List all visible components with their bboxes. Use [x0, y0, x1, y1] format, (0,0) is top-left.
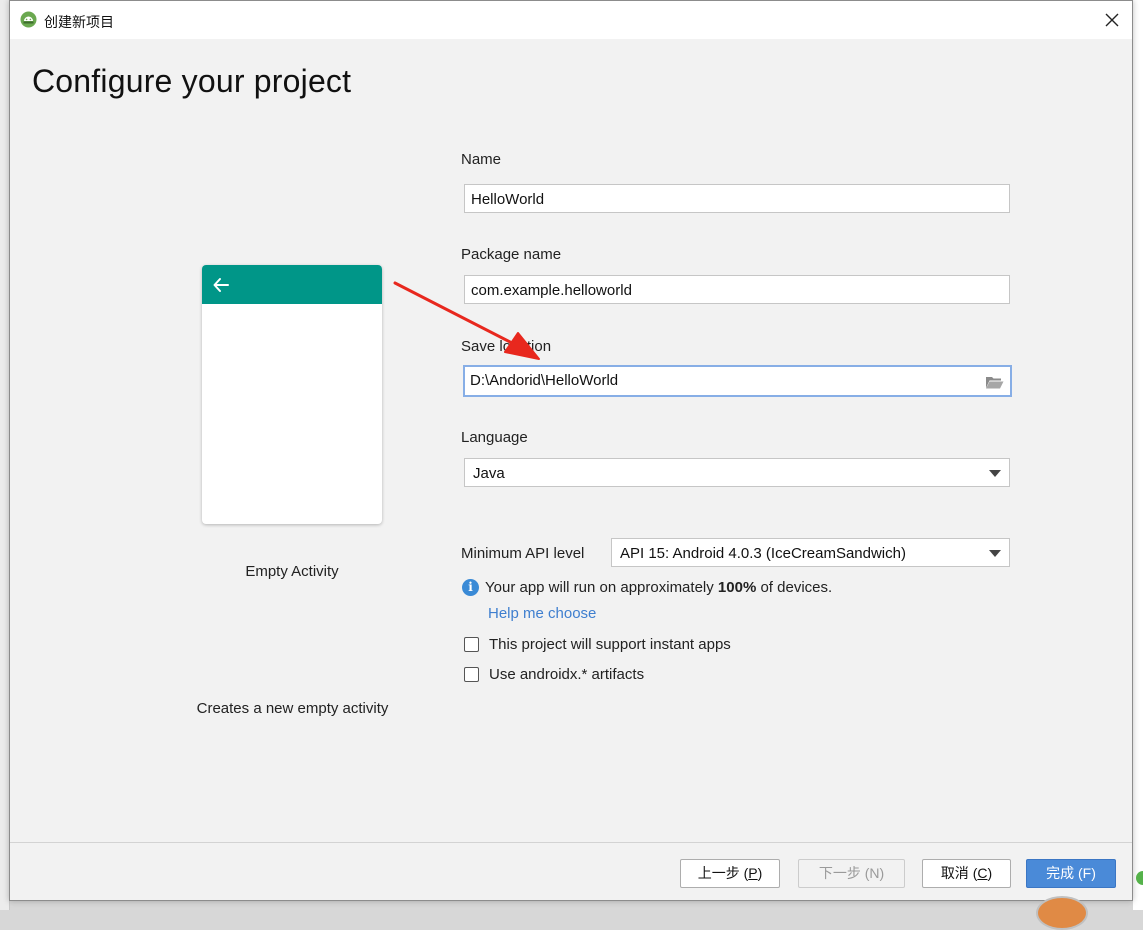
info-icon: i [462, 579, 479, 596]
chevron-down-icon [989, 470, 1001, 477]
min-api-label: Minimum API level [461, 545, 585, 562]
android-studio-icon [20, 11, 37, 28]
previous-button-label: 上一步 ( [697, 865, 749, 881]
min-api-select[interactable]: API 15: Android 4.0.3 (IceCreamSandwich) [611, 538, 1010, 567]
device-coverage-suffix: of devices. [756, 579, 833, 596]
window-title: 创建新项目 [44, 14, 114, 30]
instant-apps-label: This project will support instant apps [489, 636, 731, 653]
language-select[interactable]: Java [464, 458, 1010, 487]
save-location-field[interactable]: D:\Andorid\HelloWorld [463, 365, 1012, 397]
language-value: Java [473, 465, 505, 482]
avatar [1036, 896, 1088, 930]
androidx-label: Use androidx.* artifacts [489, 666, 645, 683]
cancel-button-key: C [977, 865, 988, 881]
previous-button[interactable]: 上一步 (P) [680, 859, 780, 888]
background-window-edge-right [1133, 0, 1143, 910]
preview-toolbar [202, 265, 382, 304]
close-button[interactable] [1096, 5, 1128, 35]
device-coverage-prefix: Your app will run on approximately [485, 579, 718, 596]
min-api-value: API 15: Android 4.0.3 (IceCreamSandwich) [620, 545, 906, 562]
device-coverage-text: Your app will run on approximately 100% … [485, 579, 832, 596]
save-location-label: Save location [461, 338, 552, 355]
footer-divider [10, 842, 1132, 843]
template-name: Empty Activity [245, 563, 339, 580]
previous-button-key: P [748, 865, 758, 881]
cancel-button[interactable]: 取消 (C) [922, 859, 1011, 888]
close-icon [1105, 13, 1119, 27]
androidx-option[interactable]: Use androidx.* artifacts [464, 666, 644, 683]
cancel-button-label: 取消 ( [940, 865, 978, 881]
template-description: Creates a new empty activity [196, 700, 389, 717]
help-me-choose-link[interactable]: Help me choose [488, 605, 596, 622]
next-button[interactable]: 下一步 (N) [798, 859, 905, 888]
language-label: Language [461, 429, 528, 446]
arrow-left-icon [213, 278, 229, 292]
folder-open-icon[interactable] [985, 375, 1004, 390]
name-label: Name [461, 151, 502, 168]
name-field[interactable]: HelloWorld [464, 184, 1010, 213]
activity-preview [202, 265, 382, 524]
new-project-dialog: 创建新项目 Configure your project Empty Activ… [9, 0, 1133, 901]
package-name-field[interactable]: com.example.helloworld [464, 275, 1010, 304]
instant-apps-option[interactable]: This project will support instant apps [464, 636, 731, 653]
device-coverage-percent: 100% [717, 579, 757, 596]
finish-button[interactable]: 完成 (F) [1026, 859, 1116, 888]
save-location-value: D:\Andorid\HelloWorld [470, 372, 619, 389]
background-indicator [1136, 871, 1143, 885]
androidx-checkbox[interactable] [464, 667, 479, 682]
instant-apps-checkbox[interactable] [464, 637, 479, 652]
title-bar: 创建新项目 [10, 1, 1132, 39]
page-title: Configure your project [32, 63, 352, 99]
chevron-down-icon [989, 550, 1001, 557]
package-name-label: Package name [461, 246, 562, 263]
